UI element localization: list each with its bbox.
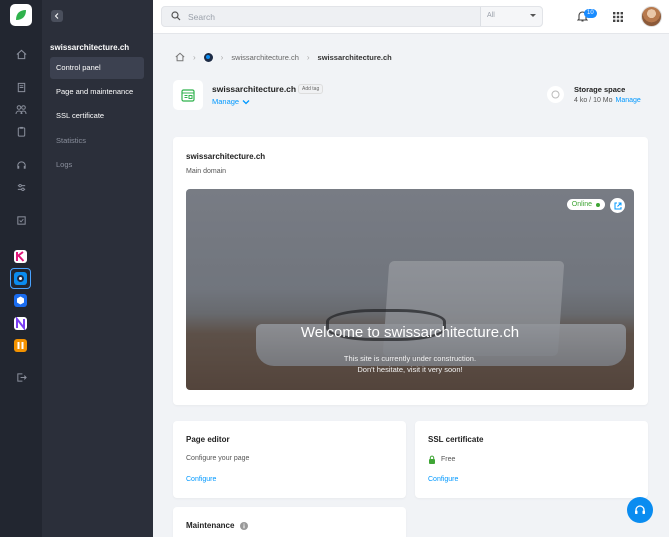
domain-subtitle: Main domain [186, 168, 227, 175]
breadcrumb-current: swissarchitecture.ch [317, 52, 392, 62]
preview-line-1: This site is currently under constructio… [343, 354, 477, 363]
icon-rail [0, 0, 42, 537]
storage-label: Storage space [574, 85, 626, 94]
storage-manage-link[interactable]: Manage [616, 97, 641, 104]
external-link-icon [614, 202, 621, 209]
search-icon [171, 11, 181, 21]
breadcrumb: › › swissarchitecture.ch › swissarchitec… [175, 51, 392, 63]
disk-icon [551, 90, 560, 99]
status-label: Online [571, 201, 592, 208]
breadcrumb-item[interactable]: swissarchitecture.ch [231, 53, 299, 62]
invoice-icon[interactable] [13, 79, 29, 95]
search-bar[interactable]: Search All [161, 6, 543, 27]
manage-dropdown[interactable]: Manage [212, 97, 250, 106]
site-preview[interactable]: Welcome to swissarchitecture.ch This sit… [186, 189, 634, 390]
app-k-icon[interactable] [14, 250, 27, 263]
ssl-card: SSL certificate Free Configure [415, 421, 648, 498]
search-filter-select[interactable]: All [480, 7, 542, 26]
user-avatar[interactable] [641, 6, 662, 27]
home-icon[interactable] [13, 46, 29, 62]
add-tag-button[interactable]: Add tag [298, 84, 324, 94]
page-editor-card: Page editor Configure your page Configur… [173, 421, 406, 498]
app-n-icon[interactable] [14, 316, 27, 331]
page-editor-description: Configure your page [186, 455, 250, 462]
sidebar-item-logs[interactable]: Logs [50, 154, 144, 176]
hosting-product-icon[interactable] [203, 52, 213, 62]
ssl-status-row: Free [428, 455, 455, 464]
storage-icon [547, 86, 564, 103]
search-filter-value: All [487, 12, 495, 19]
ssl-title: SSL certificate [428, 435, 484, 444]
page-title: swissarchitecture.ch [212, 84, 297, 94]
top-bar: Search All 10 [153, 0, 669, 34]
logout-icon[interactable] [13, 369, 29, 385]
page-editor-configure-link[interactable]: Configure [186, 476, 216, 483]
manage-label: Manage [212, 97, 240, 106]
users-icon[interactable] [13, 101, 29, 117]
app-cube-icon[interactable] [14, 294, 27, 307]
status-dot-icon [596, 202, 600, 207]
ssl-status: Free [441, 456, 456, 463]
domain-card: swissarchitecture.ch Main domain Welcome… [173, 137, 648, 405]
domain-title: swissarchitecture.ch [186, 152, 266, 161]
chevron-left-icon [54, 13, 59, 19]
sidebar-site-name: swissarchitecture.ch [50, 43, 130, 52]
lock-icon [429, 455, 435, 464]
storage-value-row: 4 ko / 10 Mo Manage [574, 97, 641, 104]
site-icon [173, 80, 203, 110]
sidebar-item-ssl[interactable]: SSL certificate [50, 105, 144, 127]
secondary-sidebar: swissarchitecture.ch Control panel Page … [42, 0, 153, 537]
chevron-right-icon: › [193, 52, 196, 62]
website-icon [181, 88, 195, 102]
main-content: › › swissarchitecture.ch › swissarchitec… [153, 34, 669, 537]
home-icon[interactable] [175, 52, 185, 62]
notifications-badge: 10 [584, 9, 597, 18]
tools-icon[interactable] [13, 179, 29, 195]
apps-grid-icon[interactable] [613, 12, 623, 22]
chevron-right-icon: › [220, 52, 224, 62]
clipboard-icon[interactable] [13, 123, 29, 139]
maintenance-title: Maintenance [186, 521, 235, 530]
open-site-button[interactable] [610, 198, 625, 213]
ssl-configure-link[interactable]: Configure [428, 476, 458, 483]
sidebar-item-statistics[interactable]: Statistics [50, 130, 144, 152]
sidebar-item-control-panel[interactable]: Control panel [50, 57, 144, 79]
checklist-icon[interactable] [13, 212, 29, 228]
headset-icon[interactable] [13, 157, 29, 173]
help-button[interactable] [627, 497, 653, 523]
chevron-down-icon [242, 99, 250, 104]
collapse-sidebar-button[interactable] [51, 10, 63, 22]
app-drive-icon[interactable] [14, 339, 27, 352]
support-headset-icon [635, 505, 645, 514]
status-badge: Online [566, 199, 605, 210]
app-hosting-icon[interactable] [10, 268, 31, 289]
storage-value: 4 ko / 10 Mo [574, 97, 613, 104]
preview-welcome-title: Welcome to swissarchitecture.ch [300, 324, 520, 341]
preview-line-2: Don't hesitate, visit it very soon! [357, 365, 463, 374]
maintenance-card: Maintenance [173, 507, 406, 537]
search-input[interactable]: Search [188, 12, 215, 22]
leaf-logo-icon [16, 10, 26, 20]
chevron-down-icon [530, 14, 536, 17]
app-logo[interactable] [10, 4, 32, 26]
page-editor-title: Page editor [186, 435, 230, 444]
maintenance-title-row: Maintenance [186, 521, 249, 530]
info-icon[interactable] [240, 521, 249, 530]
sidebar-item-page-maintenance[interactable]: Page and maintenance [50, 81, 144, 103]
chevron-right-icon: › [306, 52, 310, 62]
